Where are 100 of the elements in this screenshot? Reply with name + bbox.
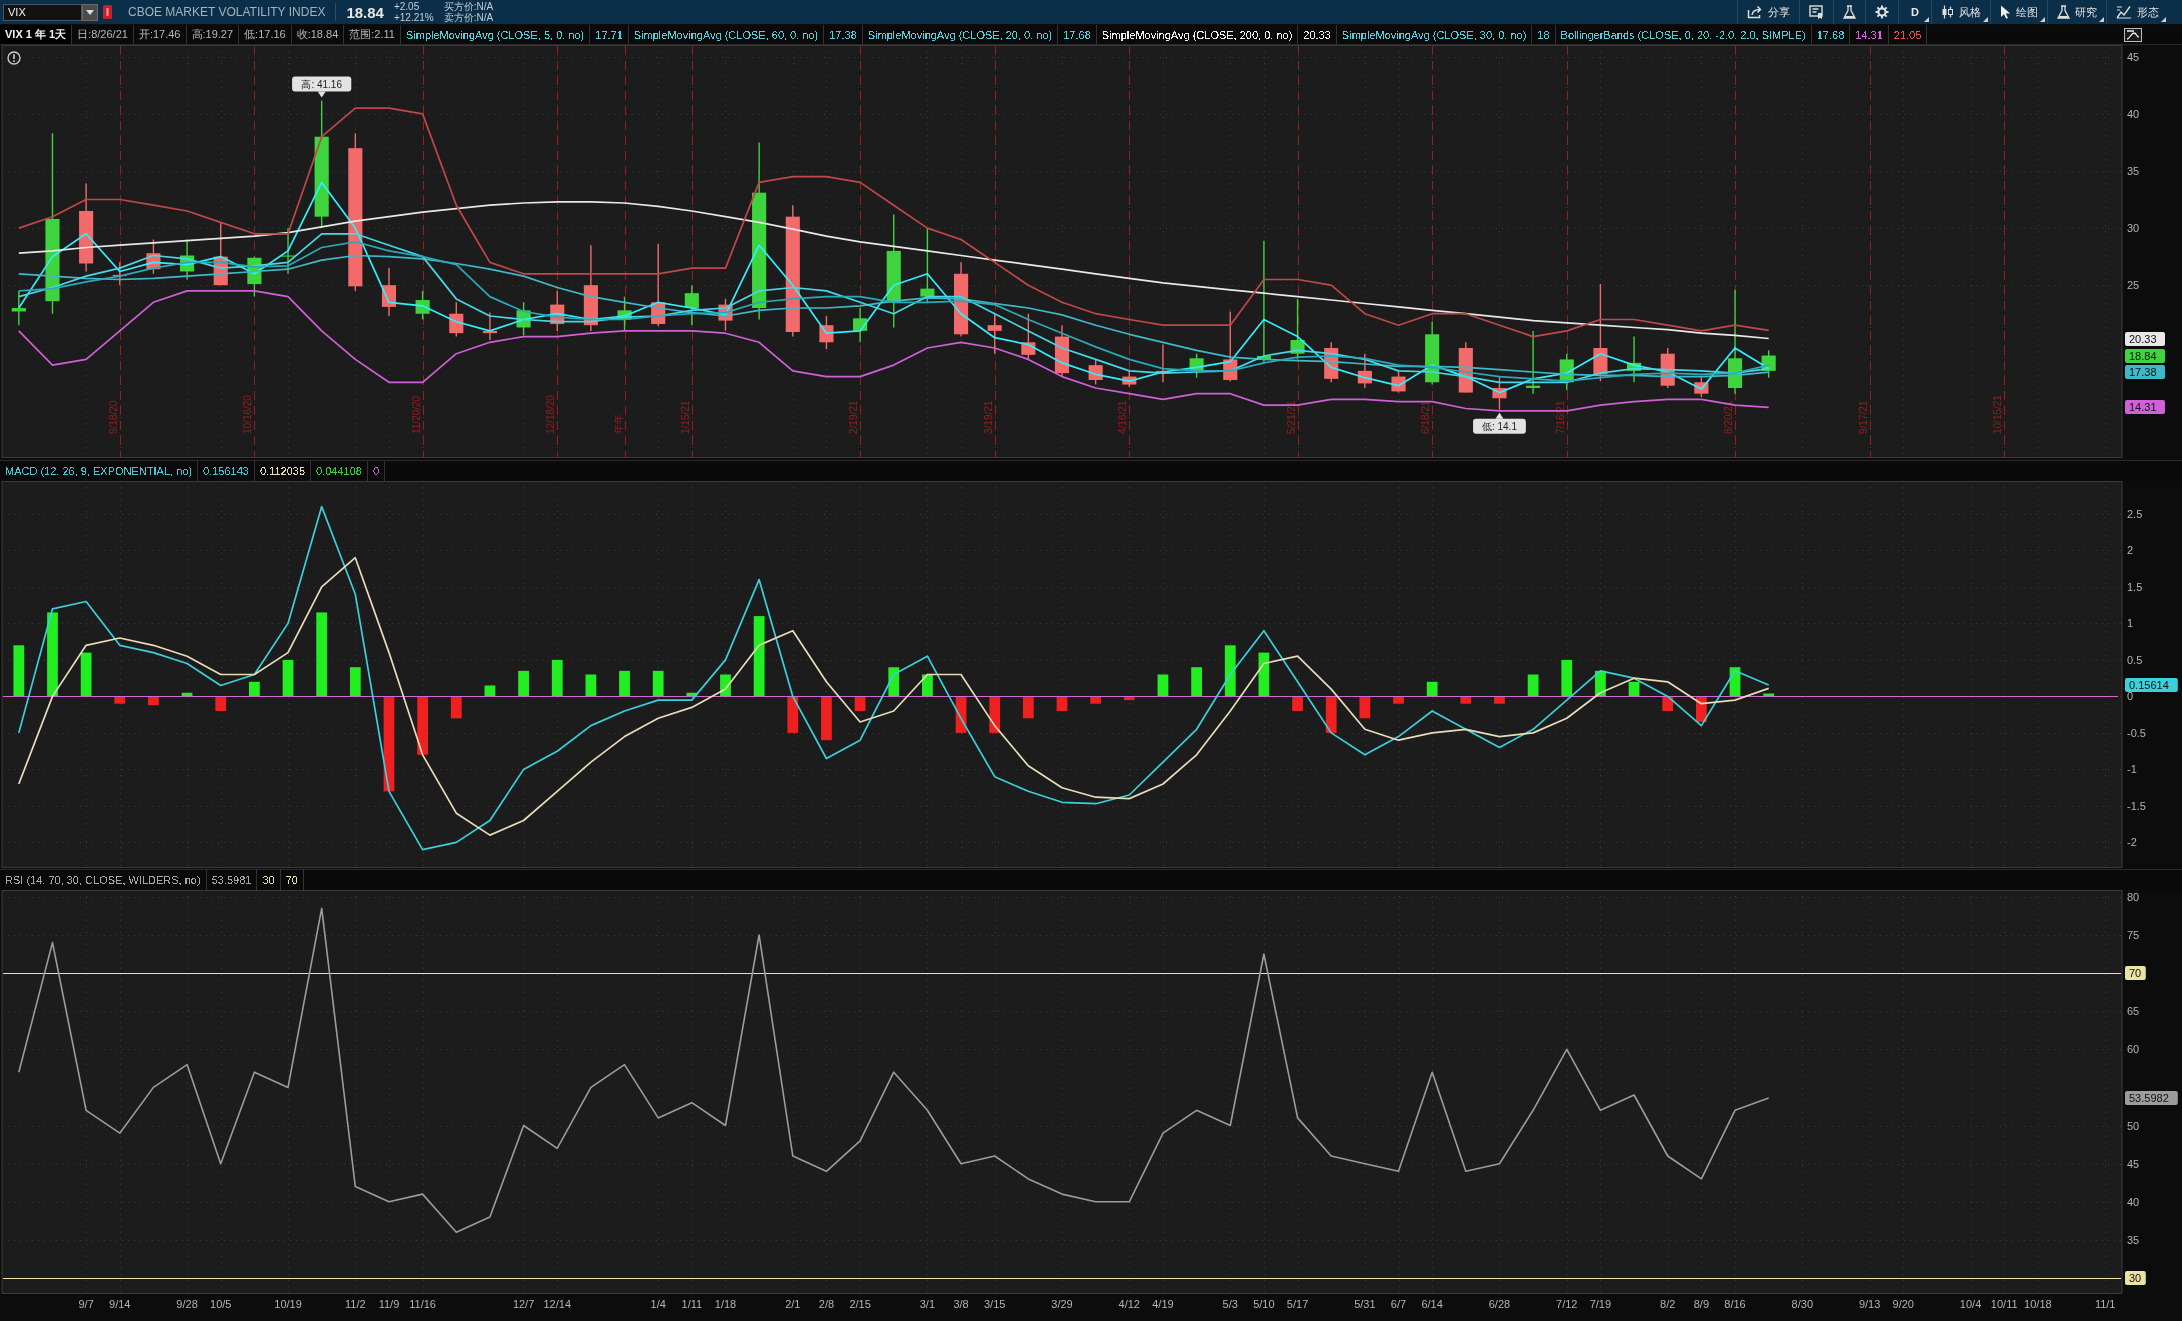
candle [1088,358,1103,386]
date-marker-label: 10/16/20 [242,395,254,434]
flask-icon [2057,5,2070,19]
histogram-bar [282,659,294,697]
histogram-bar [1527,674,1539,697]
study-value: 20.33 [1298,25,1337,44]
dropdown-button[interactable] [82,3,98,21]
date-marker-label: 年年 [612,414,624,434]
histogram-bar [1628,681,1640,697]
candle [146,238,161,275]
date-marker-label: 10/15/21 [1992,395,2004,434]
pattern-button[interactable]: 形态 [2106,0,2168,24]
histogram-bar [585,674,597,697]
style-button[interactable]: 风格 [1931,0,1990,24]
date-marker-label: 3/19/21 [982,400,994,434]
study-value: 17.38 [824,25,863,44]
histogram-bar [1056,696,1068,711]
axis-label: 35 [2127,1233,2140,1246]
axis-label: 1.5 [2127,580,2143,593]
corner-caret-icon [2099,17,2104,22]
study-label: SimpleMovingAvg (CLOSE, 200, 0, no) [1096,25,1299,44]
histogram-bar [1022,696,1034,719]
corner-caret-icon [1924,17,1929,22]
histogram-bar [1763,693,1775,697]
histogram-bar [551,659,563,697]
corner-caret-icon [2040,17,2045,22]
axis-label: 8/9 [1693,1298,1709,1310]
axis-label: 8/2 [1660,1298,1676,1310]
corner-caret-icon [1983,17,1988,22]
quote-field: 低:17.16 [239,25,292,44]
axis-label: 11/1 [2094,1298,2116,1310]
date-marker-label: 12/18/20 [545,395,557,434]
axis-label: 4/12 [1118,1298,1140,1310]
axis-label: 12/7 [512,1298,535,1310]
timeframe-button[interactable]: D [1898,0,1931,24]
axis-label: 10/11 [1990,1298,2018,1310]
study-value: 14.31 [1850,25,1889,44]
candle [482,311,497,341]
tag-icon[interactable] [103,5,112,19]
high-price-callout: 高: 41.16 [292,76,352,98]
histogram-bar [484,685,496,697]
value-badge: 70 [2125,966,2146,980]
histogram-bar [181,692,193,697]
candle [1526,330,1541,395]
share-button[interactable]: 分享 [1737,0,1800,24]
chart-title: VIX 1 年 1天 [0,25,73,44]
histogram-bar [1157,674,1169,697]
histogram-bar [1460,696,1472,704]
axis-label: 9/13 [1858,1298,1881,1310]
axis-label: 3/15 [984,1298,1006,1310]
candle [1694,375,1709,398]
axis-label: 2 [2127,544,2134,557]
histogram-bar [1426,681,1438,697]
settings-icon [1875,5,1890,19]
histogram-bar [1359,696,1371,719]
candle [853,307,868,343]
axis-label: 8/30 [1791,1298,1814,1310]
quote-field: 范围:2.11 [344,25,401,44]
histogram-bar [1292,696,1303,711]
axis-label: 8/16 [1724,1298,1746,1310]
axis-label: 75 [2127,928,2140,941]
axis-label: 7/12 [1556,1298,1578,1310]
axis-label: 5/17 [1286,1298,1309,1310]
histogram-bar [114,696,126,704]
histogram-bar [80,652,92,697]
histogram-bar [1090,696,1102,704]
corner-caret-icon [2161,17,2166,22]
axis-label: 2/8 [818,1298,835,1310]
study-value: 21.05 [1888,25,1928,44]
symbol-field[interactable]: VIX [3,3,82,21]
axis-label: 2/15 [849,1298,871,1310]
axis-label: -1.5 [2127,799,2146,812]
axis-label: 6/7 [1390,1298,1407,1310]
histogram-bar [148,696,159,706]
axis-label: 9/7 [78,1298,94,1310]
bid-price: 买方价:N/A [443,1,494,12]
quote-field: 开:17.46 [133,25,187,44]
candle [1761,349,1776,379]
histogram-bar [450,696,462,719]
axis-label: 9/20 [1892,1298,1914,1310]
percent-change: +12.21% [393,12,434,23]
axis-label: 25 [2127,279,2140,292]
histogram-bar [1393,696,1404,704]
line-chart-icon[interactable] [2124,27,2142,42]
flask-button[interactable]: 研究 [2047,0,2106,24]
histogram-bar [1561,659,1573,697]
histogram-bar [821,696,832,741]
zigzag-icon [2116,5,2132,19]
candle [1223,310,1238,382]
axis-label: 11/2 [345,1298,366,1310]
axis-label: 50 [2127,1119,2140,1132]
alert-icon[interactable] [8,52,20,64]
axis-label: 7/19 [1589,1298,1612,1310]
drawing-button[interactable]: 绘图 [1990,0,2047,24]
y-tick-label: 0.15614 [2129,679,2169,691]
candle [180,238,195,281]
axis-label: 3/29 [1051,1298,1073,1310]
annotation: 高: 41.16 [301,79,343,91]
axis-label: 45 [2127,1157,2140,1170]
candle [449,301,464,338]
